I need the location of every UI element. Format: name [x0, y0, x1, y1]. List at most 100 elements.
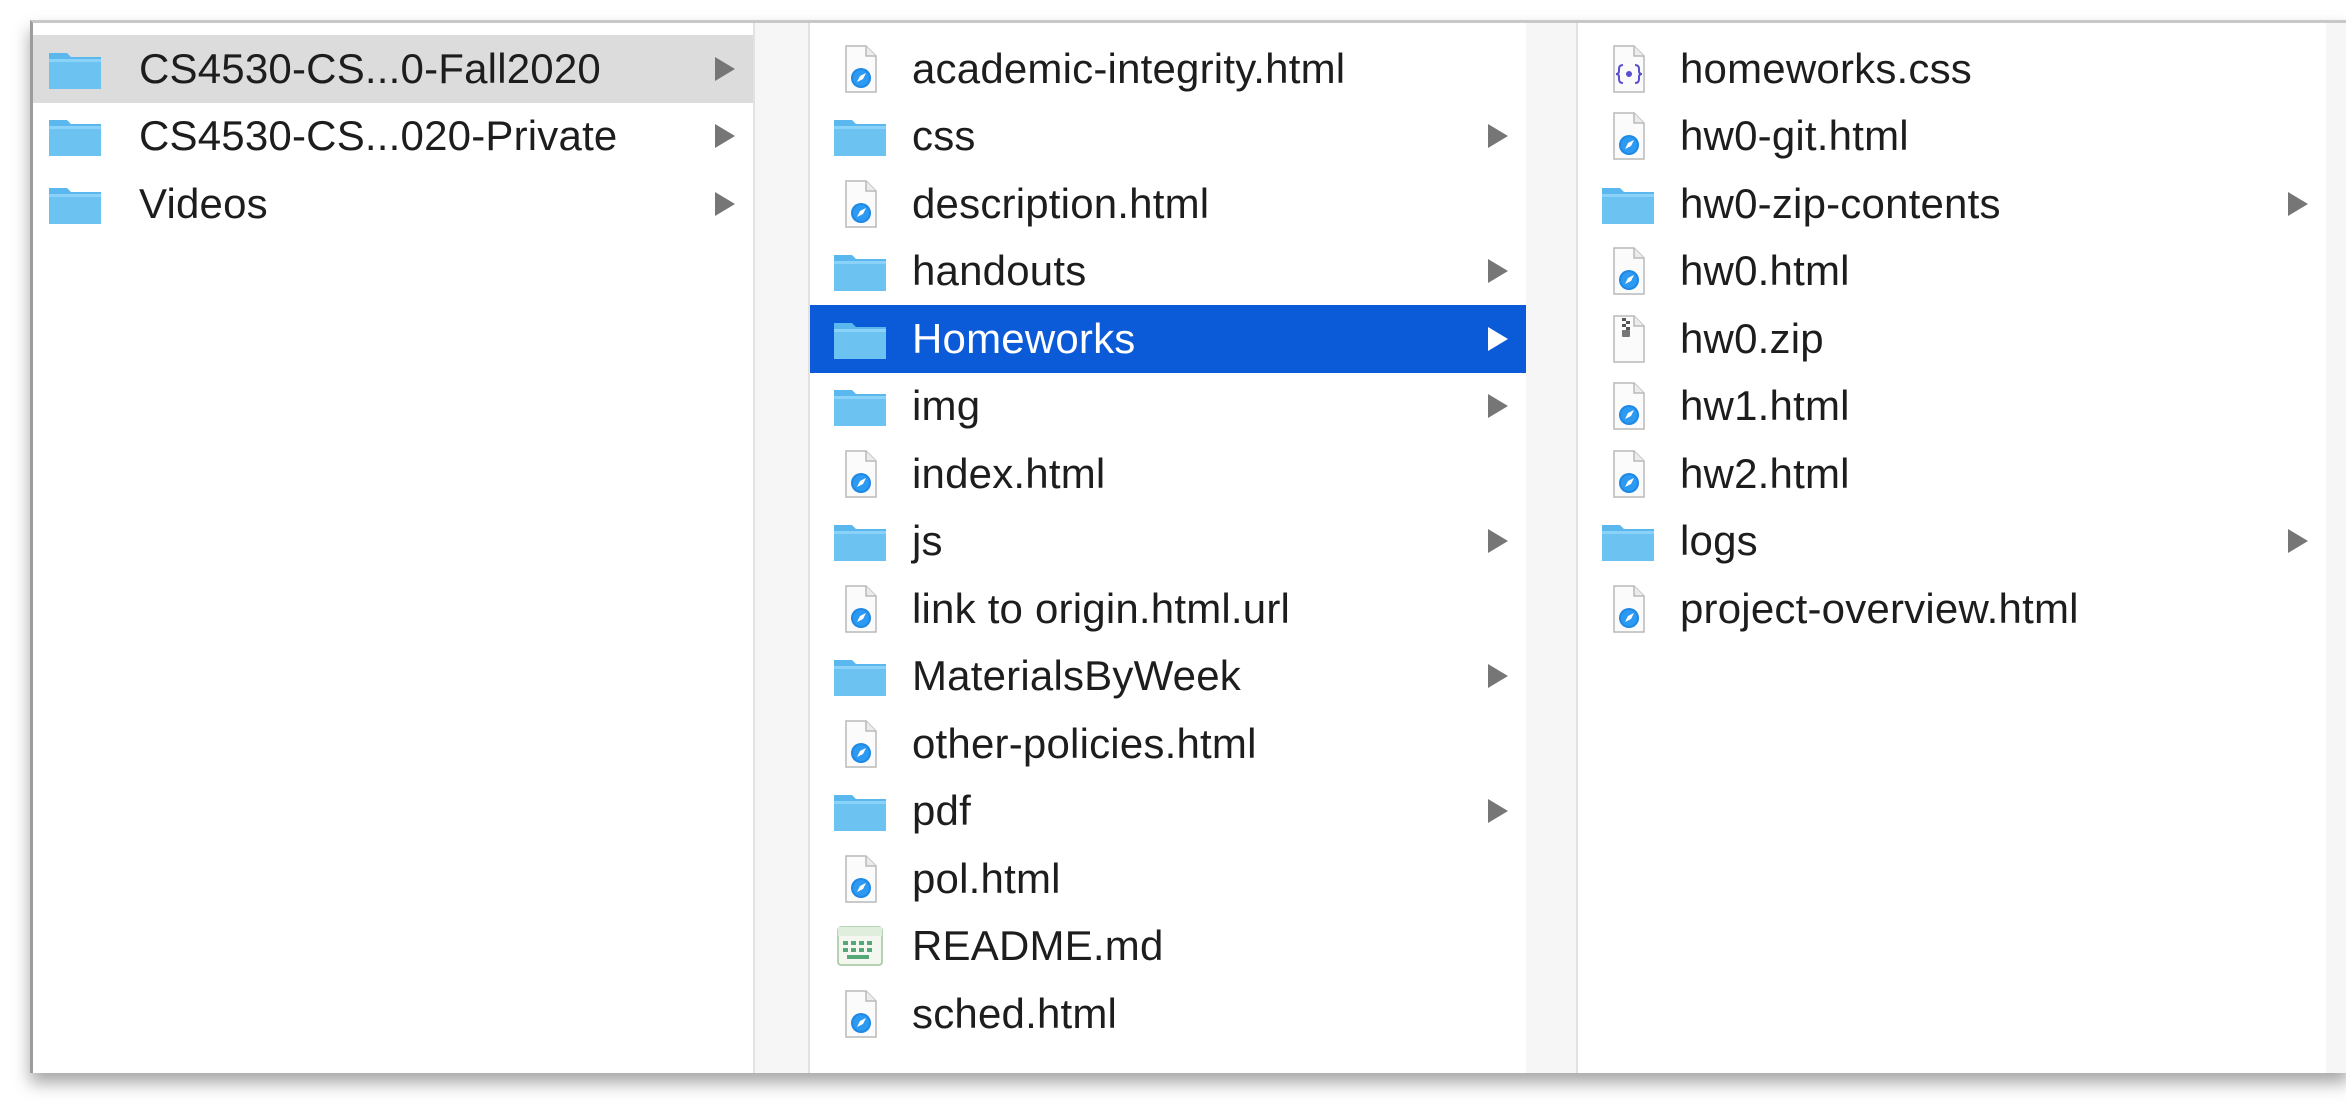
folder-icon	[832, 382, 888, 430]
item-label: hw0-zip-contents	[1680, 179, 2001, 227]
markdown-file-icon	[832, 922, 888, 970]
html-file-icon	[1600, 585, 1656, 633]
html-file-icon	[832, 990, 888, 1038]
disclosure-arrow-icon	[1488, 664, 1508, 689]
folder-icon	[832, 787, 888, 835]
disclosure-arrow-icon	[1488, 124, 1508, 149]
disclosure-arrow-icon	[1488, 799, 1508, 824]
item-label: hw0-git.html	[1680, 112, 1909, 160]
folder-row-js[interactable]: js	[810, 508, 1526, 576]
file-row-readme-md[interactable]: README.md	[810, 913, 1526, 981]
folder-row-cs4530-cs-0-fall2020[interactable]: CS4530-CS...0-Fall2020	[33, 35, 753, 103]
column-1-list: CS4530-CS...0-Fall2020 CS4530-CS...020-Pr…	[33, 35, 753, 238]
html-file-icon	[1600, 247, 1656, 295]
folder-row-videos[interactable]: Videos	[33, 170, 753, 238]
item-label: img	[912, 382, 981, 430]
item-label: CS4530-CS...020-Private	[139, 112, 618, 160]
item-label: Videos	[139, 179, 268, 227]
disclosure-arrow-icon	[1488, 326, 1508, 351]
column-2[interactable]: academic-integrity.html css description.ht…	[808, 23, 1528, 1073]
file-row-academic-integrity-html[interactable]: academic-integrity.html	[810, 35, 1526, 103]
file-row-pol-html[interactable]: pol.html	[810, 845, 1526, 913]
html-file-icon	[1600, 450, 1656, 498]
folder-icon	[832, 517, 888, 565]
file-row-hw1-html[interactable]: hw1.html	[1578, 373, 2326, 441]
folder-row-logs[interactable]: logs	[1578, 508, 2326, 576]
item-label: hw0.html	[1680, 247, 1850, 295]
folder-icon	[832, 652, 888, 700]
item-label: description.html	[912, 179, 1210, 227]
file-row-hw0-git-html[interactable]: hw0-git.html	[1578, 103, 2326, 171]
html-file-icon	[832, 450, 888, 498]
folder-row-css[interactable]: css	[810, 103, 1526, 171]
folder-row-cs4530-cs-020-private[interactable]: CS4530-CS...020-Private	[33, 103, 753, 171]
column-4-empty	[2326, 23, 2346, 1073]
item-label: CS4530-CS...0-Fall2020	[139, 44, 601, 92]
disclosure-arrow-icon	[1488, 259, 1508, 284]
folder-icon	[47, 45, 103, 93]
item-label: logs	[1680, 517, 1758, 565]
disclosure-arrow-icon	[715, 191, 735, 216]
folder-row-hw0-zip-contents[interactable]: hw0-zip-contents	[1578, 170, 2326, 238]
file-row-hw2-html[interactable]: hw2.html	[1578, 440, 2326, 508]
item-label: hw0.zip	[1680, 314, 1824, 362]
folder-row-homeworks[interactable]: Homeworks	[810, 305, 1526, 373]
folder-row-img[interactable]: img	[810, 373, 1526, 441]
folder-row-pdf[interactable]: pdf	[810, 778, 1526, 846]
file-row-other-policies-html[interactable]: other-policies.html	[810, 710, 1526, 778]
disclosure-arrow-icon	[2288, 529, 2308, 554]
file-row-index-html[interactable]: index.html	[810, 440, 1526, 508]
item-label: MaterialsByWeek	[912, 652, 1241, 700]
html-file-icon	[832, 720, 888, 768]
folder-icon	[47, 180, 103, 228]
item-label: index.html	[912, 449, 1106, 497]
html-file-icon	[832, 585, 888, 633]
item-label: pdf	[912, 787, 971, 835]
item-label: Homeworks	[912, 314, 1136, 362]
column-2-list: academic-integrity.html css description.ht…	[810, 35, 1526, 1048]
disclosure-arrow-icon	[715, 124, 735, 149]
finder-window: CS4530-CS...0-Fall2020 CS4530-CS...020-Pr…	[30, 20, 2346, 1073]
item-label: pol.html	[912, 854, 1061, 902]
folder-icon	[832, 112, 888, 160]
item-label: handouts	[912, 247, 1087, 295]
column-1[interactable]: CS4530-CS...0-Fall2020 CS4530-CS...020-Pr…	[33, 23, 755, 1073]
item-label: hw1.html	[1680, 382, 1850, 430]
item-label: js	[912, 517, 943, 565]
html-file-icon	[832, 45, 888, 93]
disclosure-arrow-icon	[715, 56, 735, 81]
disclosure-arrow-icon	[1488, 529, 1508, 554]
html-file-icon	[832, 180, 888, 228]
disclosure-arrow-icon	[1488, 394, 1508, 419]
folder-row-handouts[interactable]: handouts	[810, 238, 1526, 306]
item-label: css	[912, 112, 976, 160]
folder-icon	[832, 247, 888, 295]
folder-icon	[832, 315, 888, 363]
zip-file-icon	[1600, 315, 1656, 363]
file-row-hw0-html[interactable]: hw0.html	[1578, 238, 2326, 306]
disclosure-arrow-icon	[2288, 191, 2308, 216]
column-resize-gutter[interactable]	[755, 23, 808, 1073]
file-row-link-to-origin-html-url[interactable]: link to origin.html.url	[810, 575, 1526, 643]
file-row-sched-html[interactable]: sched.html	[810, 980, 1526, 1048]
item-label: project-overview.html	[1680, 584, 2079, 632]
css-file-icon	[1600, 45, 1656, 93]
file-row-hw0-zip[interactable]: hw0.zip	[1578, 305, 2326, 373]
folder-icon	[1600, 517, 1656, 565]
item-label: academic-integrity.html	[912, 44, 1346, 92]
item-label: sched.html	[912, 989, 1118, 1037]
column-resize-gutter[interactable]	[1526, 23, 1576, 1073]
folder-icon	[47, 112, 103, 160]
file-row-project-overview-html[interactable]: project-overview.html	[1578, 575, 2326, 643]
item-label: link to origin.html.url	[912, 584, 1291, 632]
folder-icon	[1600, 180, 1656, 228]
item-label: other-policies.html	[912, 719, 1257, 767]
file-row-homeworks-css[interactable]: homeworks.css	[1578, 35, 2326, 103]
html-file-icon	[1600, 382, 1656, 430]
folder-row-materialsbyweek[interactable]: MaterialsByWeek	[810, 643, 1526, 711]
column-3-list: homeworks.css hw0-git.html hw0-zip-content…	[1578, 35, 2326, 643]
item-label: hw2.html	[1680, 449, 1850, 497]
column-3[interactable]: homeworks.css hw0-git.html hw0-zip-content…	[1576, 23, 2328, 1073]
html-file-icon	[832, 855, 888, 903]
file-row-description-html[interactable]: description.html	[810, 170, 1526, 238]
